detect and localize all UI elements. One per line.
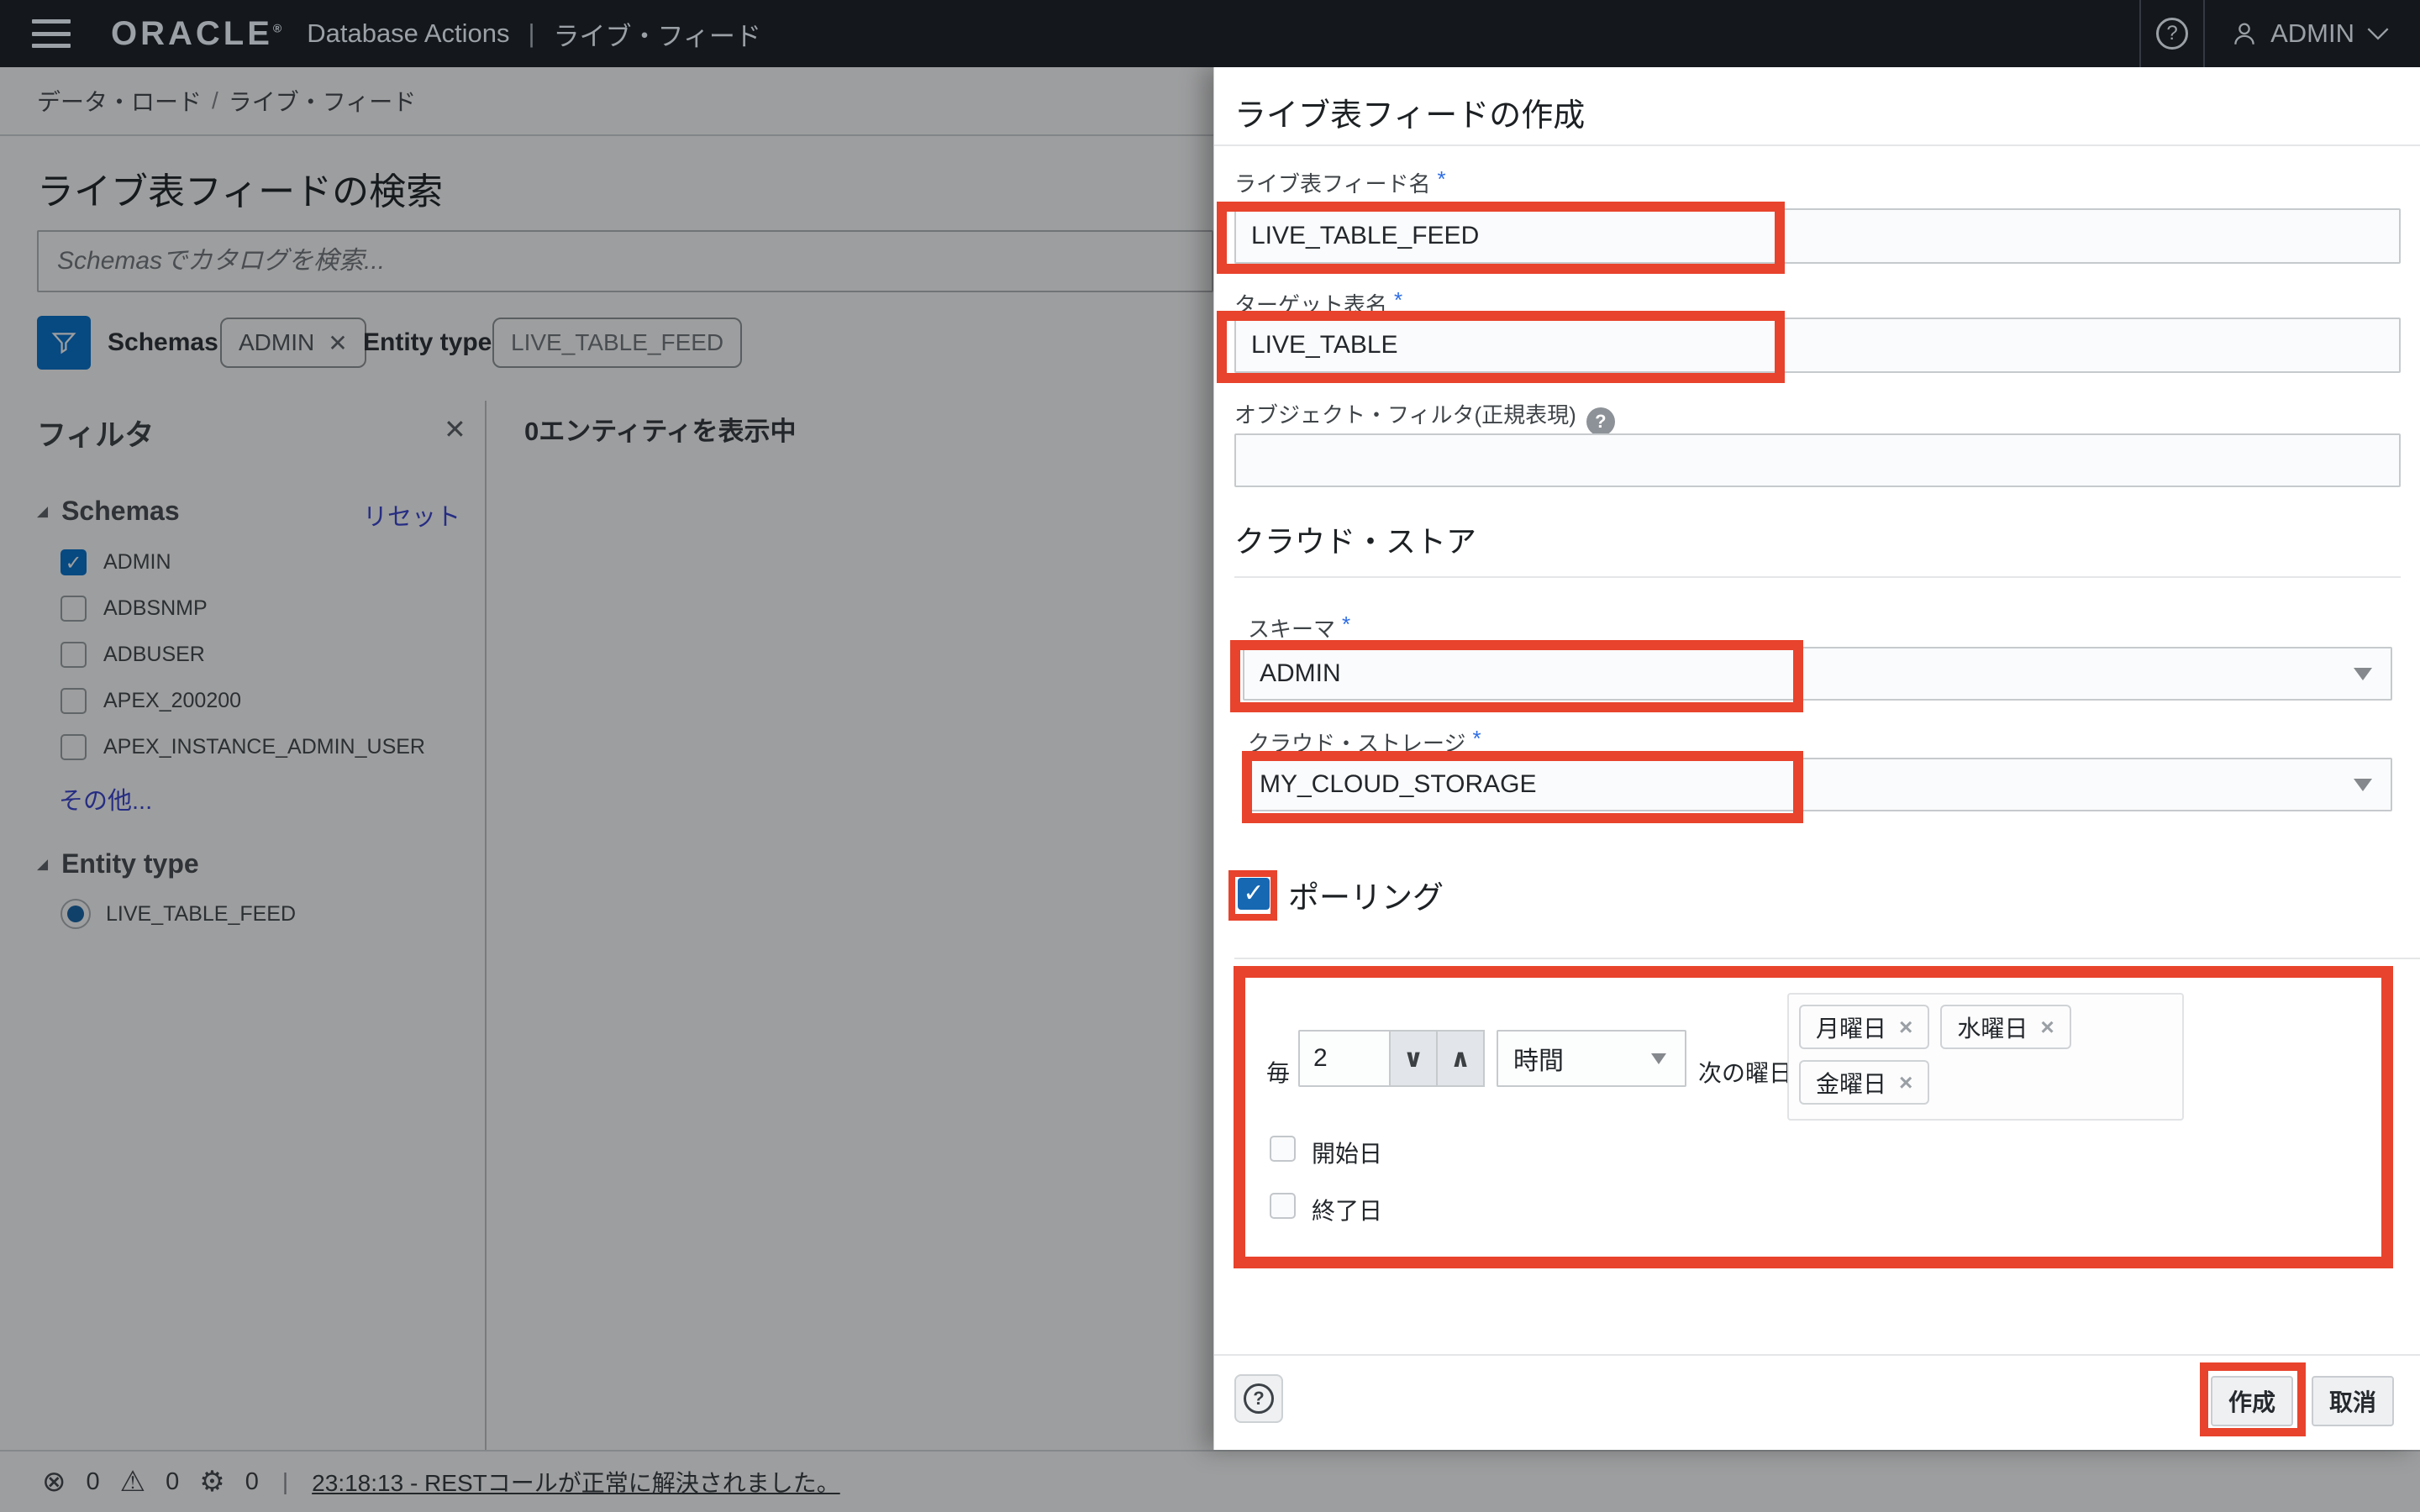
object-filter-help-icon[interactable]: ?: [1586, 407, 1615, 436]
footer-divider: [1214, 1354, 2420, 1356]
required-asterisk: *: [1437, 166, 1445, 192]
create-live-feed-dialog: ライブ表フィードの作成 ライブ表フィード名* ターゲット表名* オブジェクト・フ…: [1213, 67, 2420, 1450]
chip-close-icon[interactable]: ×: [1899, 1069, 1912, 1096]
cloud-store-section-title: クラウド・ストア: [1234, 517, 1476, 561]
chip-close-icon[interactable]: ×: [2040, 1014, 2054, 1041]
hamburger-menu-icon[interactable]: [32, 19, 71, 48]
cloud-storage-label: クラウド・ストレージ*: [1248, 726, 1481, 758]
oracle-logo: ORACLE®: [111, 15, 285, 53]
dropdown-caret-icon: [2354, 668, 2372, 680]
target-table-label: ターゲット表名*: [1234, 287, 1402, 319]
cloud-storage-select-value: MY_CLOUD_STORAGE: [1260, 770, 1537, 799]
cancel-button[interactable]: 取消: [2312, 1376, 2394, 1426]
required-asterisk: *: [1472, 726, 1481, 751]
header-divider: |: [528, 18, 534, 49]
schema-select[interactable]: ADMIN: [1243, 647, 2392, 701]
end-date-checkbox[interactable]: [1270, 1193, 1296, 1219]
target-table-input[interactable]: [1234, 318, 2401, 373]
schema-label: スキーマ*: [1248, 612, 1350, 643]
dropdown-caret-icon: [1651, 1053, 1666, 1064]
start-date-label: 開始日: [1312, 1136, 1382, 1169]
user-name: ADMIN: [2270, 18, 2354, 49]
end-date-label: 終了日: [1312, 1193, 1382, 1226]
feed-name-input[interactable]: [1234, 208, 2401, 264]
user-menu[interactable]: ADMIN: [2205, 18, 2420, 49]
schema-select-value: ADMIN: [1260, 659, 1341, 688]
section-divider: [1234, 576, 2401, 578]
day-chip[interactable]: 金曜日×: [1799, 1060, 1929, 1105]
dialog-title: ライブ表フィードの作成: [1234, 89, 1585, 135]
help-icon: ?: [2156, 18, 2188, 50]
interval-number-input[interactable]: [1298, 1030, 1391, 1087]
user-icon: [2230, 19, 2259, 48]
object-filter-label: オブジェクト・フィルタ(正規表現)?: [1234, 398, 1615, 436]
polling-checkbox-checked[interactable]: ✓: [1238, 878, 1270, 910]
required-asterisk: *: [1394, 287, 1402, 312]
product-name: Database Actions: [307, 18, 509, 49]
create-button[interactable]: 作成: [2211, 1376, 2293, 1426]
dropdown-caret-icon: [2354, 779, 2372, 791]
dialog-divider: [1214, 144, 2420, 146]
polling-divider: [1234, 958, 2420, 959]
interval-unit-value: 時間: [1513, 1040, 1564, 1077]
polling-label: ポーリング: [1288, 872, 1444, 917]
day-chip[interactable]: 月曜日×: [1799, 1005, 1929, 1049]
object-filter-input[interactable]: [1234, 433, 2401, 487]
stepper-up-button[interactable]: ∧: [1438, 1030, 1485, 1087]
days-chip-container: 月曜日× 水曜日× 金曜日×: [1787, 993, 2184, 1121]
every-label: 毎: [1266, 1045, 1290, 1102]
chip-close-icon[interactable]: ×: [1899, 1014, 1912, 1041]
app-header: ORACLE® Database Actions | ライブ・フィード ? AD…: [0, 0, 2420, 67]
chevron-down-icon: [2366, 26, 2390, 41]
dialog-help-button[interactable]: ?: [1234, 1374, 1283, 1423]
header-page-title: ライブ・フィード: [554, 15, 761, 53]
start-date-checkbox[interactable]: [1270, 1136, 1296, 1162]
stepper-down-button[interactable]: ∨: [1391, 1030, 1438, 1087]
required-asterisk: *: [1342, 612, 1350, 637]
feed-name-label: ライブ表フィード名*: [1234, 166, 1446, 198]
help-icon: ?: [1244, 1383, 1274, 1414]
day-chip[interactable]: 水曜日×: [1940, 1005, 2070, 1049]
days-of-week-label: 次の曜日: [1698, 1045, 1792, 1102]
help-button[interactable]: ?: [2141, 0, 2203, 67]
cloud-storage-select[interactable]: MY_CLOUD_STORAGE: [1243, 758, 2392, 811]
interval-unit-select[interactable]: 時間: [1497, 1030, 1686, 1087]
